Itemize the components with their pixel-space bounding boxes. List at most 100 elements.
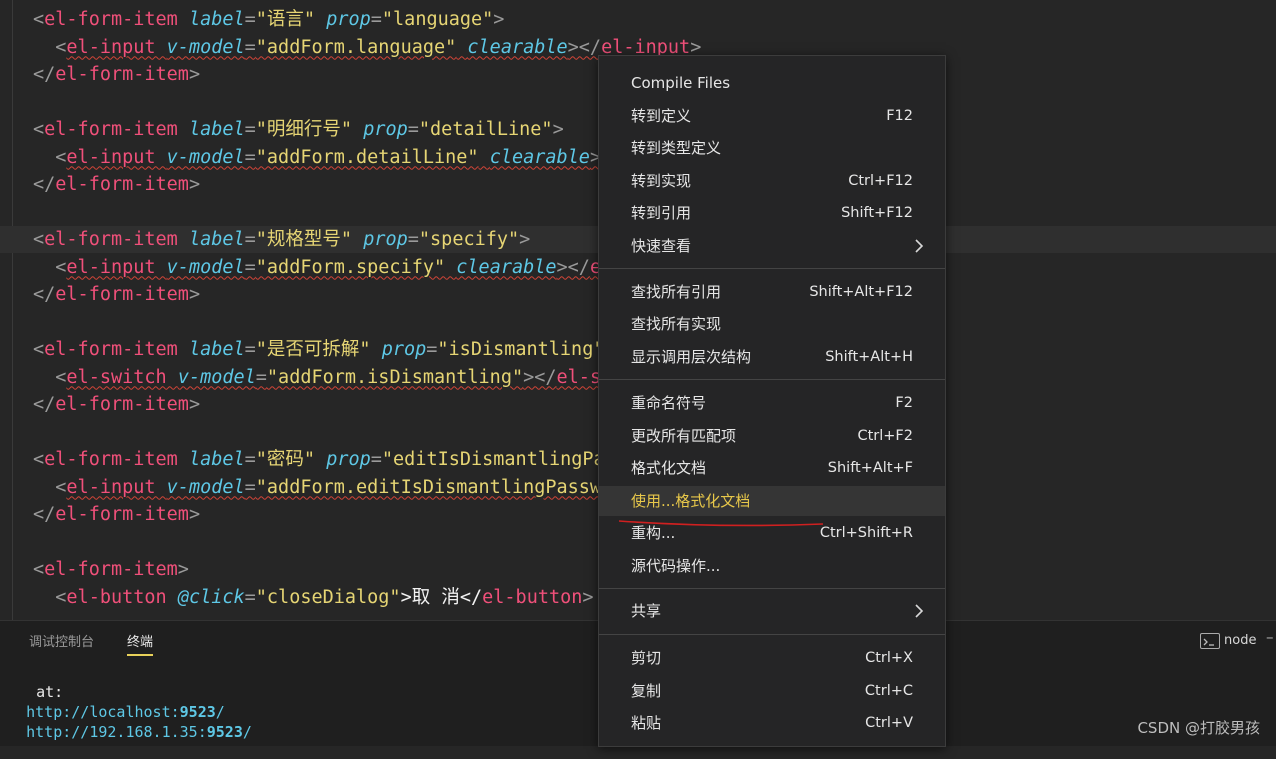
chevron-right-icon bbox=[909, 596, 929, 626]
code-token: label bbox=[189, 9, 245, 30]
code-token: prop bbox=[326, 9, 371, 30]
code-token: = bbox=[245, 477, 256, 498]
menu-item-format-document-with[interactable]: 使用...格式化文档 bbox=[599, 486, 945, 516]
code-token: = bbox=[245, 119, 256, 140]
code-token: el-button bbox=[482, 587, 582, 608]
code-token: ></ bbox=[568, 37, 601, 58]
code-token: el-button bbox=[66, 587, 177, 608]
code-token: "isDismantling" bbox=[437, 339, 604, 360]
code-token: > bbox=[553, 119, 564, 140]
code-line[interactable]: <el-form-item label="语言" prop="language"… bbox=[0, 6, 1276, 33]
code-token: = bbox=[245, 37, 256, 58]
menu-item-share[interactable]: 共享 bbox=[599, 596, 945, 626]
menu-item-go-to-references[interactable]: 转到引用Shift+F12 bbox=[599, 198, 945, 228]
code-token: label bbox=[189, 119, 245, 140]
code-token bbox=[456, 37, 467, 58]
menu-item-show-call-hierarchy[interactable]: 显示调用层次结构Shift+Alt+H bbox=[599, 342, 945, 372]
menu-separator bbox=[599, 379, 945, 380]
code-token: "addForm.language" bbox=[256, 37, 456, 58]
code-token: < bbox=[55, 147, 66, 168]
code-token: = bbox=[371, 9, 382, 30]
code-token bbox=[352, 119, 363, 140]
code-token: < bbox=[33, 9, 44, 30]
code-token: < bbox=[33, 449, 44, 470]
chevron-right-icon bbox=[909, 231, 929, 261]
menu-item-compile-files[interactable]: Compile Files bbox=[599, 68, 945, 98]
terminal-name[interactable]: node bbox=[1224, 633, 1256, 648]
code-token: el-form-item bbox=[44, 339, 189, 360]
code-token: el-form-item bbox=[44, 559, 178, 580]
code-token: </ bbox=[33, 64, 55, 85]
code-token bbox=[33, 147, 55, 168]
code-token: el-form-item bbox=[44, 229, 189, 250]
code-token: el-input bbox=[66, 257, 166, 278]
code-token: </ bbox=[33, 284, 55, 305]
code-token: clearable bbox=[467, 37, 567, 58]
code-token: prop bbox=[326, 449, 371, 470]
menu-item-go-to-implementations[interactable]: 转到实现Ctrl+F12 bbox=[599, 166, 945, 196]
menu-item-copy[interactable]: 复制Ctrl+C bbox=[599, 676, 945, 706]
code-token: ></ bbox=[557, 257, 590, 278]
menu-item-change-all-occurrences[interactable]: 更改所有匹配项Ctrl+F2 bbox=[599, 421, 945, 451]
code-token: = bbox=[245, 147, 256, 168]
code-token: el-form-item bbox=[55, 284, 189, 305]
code-token: < bbox=[33, 559, 44, 580]
code-token: el-input bbox=[66, 37, 166, 58]
code-token: "addForm.isDismantling" bbox=[267, 367, 523, 388]
tab-debug-console[interactable]: 调试控制台 bbox=[29, 631, 94, 650]
code-token bbox=[479, 147, 490, 168]
code-token: ></ bbox=[523, 367, 556, 388]
code-token: >取 消</ bbox=[401, 587, 483, 608]
code-token: < bbox=[55, 477, 66, 498]
menu-item-cut[interactable]: 剪切Ctrl+X bbox=[599, 643, 945, 673]
code-token bbox=[445, 257, 456, 278]
code-token: = bbox=[408, 119, 419, 140]
menu-item-find-all-references[interactable]: 查找所有引用Shift+Alt+F12 bbox=[599, 277, 945, 307]
menu-item-peek[interactable]: 快速查看 bbox=[599, 231, 945, 261]
code-token: el-form-item bbox=[44, 449, 189, 470]
menu-item-go-to-type-definition[interactable]: 转到类型定义 bbox=[599, 133, 945, 163]
code-token: = bbox=[408, 229, 419, 250]
code-token: = bbox=[371, 449, 382, 470]
code-token: > bbox=[493, 9, 504, 30]
code-token: </ bbox=[33, 504, 55, 525]
context-menu: Compile Files 转到定义F12 转到类型定义 转到实现Ctrl+F1… bbox=[598, 55, 946, 747]
code-token: < bbox=[33, 339, 44, 360]
menu-item-find-all-implementations[interactable]: 查找所有实现 bbox=[599, 309, 945, 339]
code-token: = bbox=[245, 9, 256, 30]
code-token: "addForm.detailLine" bbox=[256, 147, 479, 168]
code-token: < bbox=[55, 367, 66, 388]
panel-add-icon[interactable]: – bbox=[1266, 628, 1274, 646]
code-token: el-form-item bbox=[44, 9, 189, 30]
menu-item-refactor[interactable]: 重构...Ctrl+Shift+R bbox=[599, 518, 945, 548]
code-token: "detailLine" bbox=[419, 119, 553, 140]
code-token: "language" bbox=[382, 9, 493, 30]
code-token: = bbox=[245, 449, 256, 470]
code-token: "specify" bbox=[419, 229, 519, 250]
code-token: el-input bbox=[66, 477, 166, 498]
code-token: "规格型号" bbox=[256, 229, 352, 250]
menu-item-rename-symbol[interactable]: 重命名符号F2 bbox=[599, 388, 945, 418]
menu-item-go-to-definition[interactable]: 转到定义F12 bbox=[599, 101, 945, 131]
menu-item-source-action[interactable]: 源代码操作... bbox=[599, 551, 945, 581]
code-token: < bbox=[55, 37, 66, 58]
code-token: > bbox=[189, 174, 200, 195]
code-token: > bbox=[189, 64, 200, 85]
code-token: prop bbox=[382, 339, 427, 360]
code-token: "是否可拆解" bbox=[256, 339, 371, 360]
terminal-icon bbox=[1200, 633, 1220, 649]
code-token bbox=[33, 477, 55, 498]
code-token: v-model bbox=[178, 367, 256, 388]
code-token: clearable bbox=[456, 257, 556, 278]
menu-item-format-document[interactable]: 格式化文档Shift+Alt+F bbox=[599, 453, 945, 483]
menu-separator bbox=[599, 634, 945, 635]
code-token bbox=[315, 449, 326, 470]
menu-item-paste[interactable]: 粘贴Ctrl+V bbox=[599, 708, 945, 738]
menu-separator bbox=[599, 268, 945, 269]
code-token: el-switch bbox=[66, 367, 177, 388]
code-token: el-form-item bbox=[55, 394, 189, 415]
code-token bbox=[371, 339, 382, 360]
code-token: el-form-item bbox=[55, 64, 189, 85]
tab-terminal[interactable]: 终端 bbox=[127, 631, 153, 650]
code-token: v-model bbox=[167, 257, 245, 278]
